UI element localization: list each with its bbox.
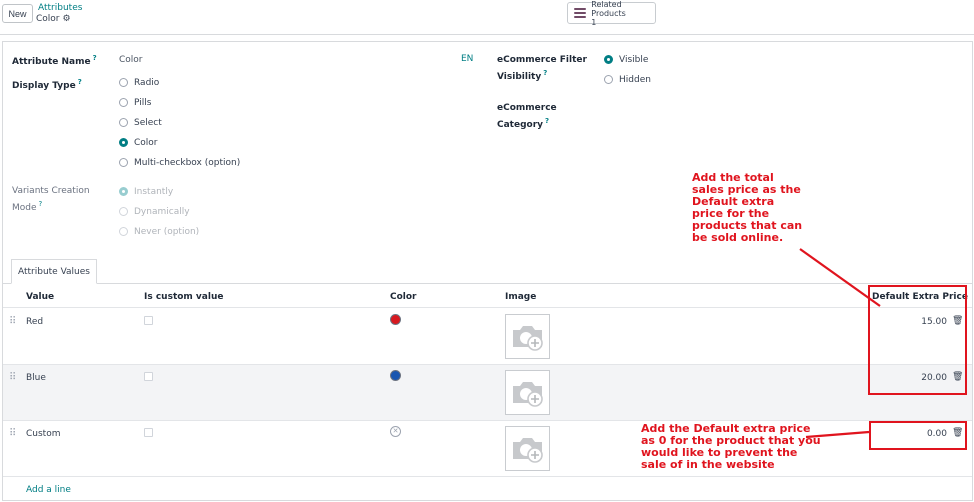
variants-creation-mode-label: Variants Creation Mode? bbox=[12, 186, 90, 213]
ecommerce-filter-visibility-label: eCommerce Filter Visibility? bbox=[497, 55, 587, 82]
radio-button bbox=[119, 227, 128, 236]
help-icon[interactable]: ? bbox=[93, 54, 97, 62]
drag-handle-icon[interactable]: ⠿ bbox=[9, 372, 16, 383]
attribute-name-label: Attribute Name? bbox=[12, 54, 97, 67]
divider bbox=[3, 476, 972, 477]
annotation-top: Add the total sales price as the Default… bbox=[692, 171, 803, 244]
attribute-name-field[interactable]: Color bbox=[119, 55, 143, 65]
display-type-label: Display Type? bbox=[12, 78, 82, 91]
new-button[interactable]: New bbox=[2, 4, 33, 23]
color-swatch[interactable] bbox=[390, 370, 401, 381]
language-button[interactable]: EN bbox=[461, 54, 473, 64]
help-icon[interactable]: ? bbox=[543, 69, 547, 77]
radio-button[interactable] bbox=[604, 75, 613, 84]
radio-option-select[interactable]: Select bbox=[119, 116, 240, 129]
image-placeholder[interactable] bbox=[505, 426, 550, 471]
color-swatch[interactable] bbox=[390, 314, 401, 325]
radio-button-checked[interactable] bbox=[604, 55, 613, 64]
divider bbox=[0, 34, 974, 35]
add-a-line-link[interactable]: Add a line bbox=[26, 485, 71, 495]
related-products-button[interactable]: Related Products 1 bbox=[567, 0, 656, 27]
radio-option-dynamically: Dynamically bbox=[119, 205, 199, 218]
gear-icon[interactable]: ⚙ bbox=[63, 14, 71, 24]
is-custom-checkbox[interactable] bbox=[144, 372, 153, 381]
help-icon[interactable]: ? bbox=[39, 200, 43, 208]
camera-plus-icon bbox=[512, 381, 543, 407]
row-value[interactable]: Blue bbox=[26, 373, 46, 383]
camera-plus-icon bbox=[512, 437, 543, 463]
radio-button-checked bbox=[119, 187, 128, 196]
highlight-box bbox=[868, 285, 967, 395]
radio-option-never: Never (option) bbox=[119, 225, 199, 238]
radio-option-visible[interactable]: Visible bbox=[604, 53, 651, 66]
help-icon[interactable]: ? bbox=[545, 117, 549, 125]
radio-option-pills[interactable]: Pills bbox=[119, 96, 240, 109]
is-custom-checkbox[interactable] bbox=[144, 316, 153, 325]
annotation-bottom: Add the Default extra price as 0 for the… bbox=[641, 422, 821, 471]
radio-button[interactable] bbox=[119, 118, 128, 127]
breadcrumb-current-label: Color bbox=[36, 14, 60, 24]
radio-button-checked[interactable] bbox=[119, 138, 128, 147]
drag-handle-icon[interactable]: ⠿ bbox=[9, 428, 16, 439]
ecommerce-category-label: eCommerce Category? bbox=[497, 103, 557, 130]
radio-option-multi-checkbox[interactable]: Multi-checkbox (option) bbox=[119, 156, 240, 169]
image-placeholder[interactable] bbox=[505, 314, 550, 359]
radio-button[interactable] bbox=[119, 98, 128, 107]
variants-radio-group: Instantly Dynamically Never (option) bbox=[119, 185, 199, 238]
no-color-icon[interactable]: ✕ bbox=[390, 426, 401, 437]
radio-button[interactable] bbox=[119, 158, 128, 167]
camera-plus-icon bbox=[512, 325, 543, 351]
breadcrumb-parent-link[interactable]: Attributes bbox=[38, 3, 82, 13]
radio-button[interactable] bbox=[119, 78, 128, 87]
list-icon bbox=[574, 8, 587, 18]
visibility-radio-group: Visible Hidden bbox=[604, 53, 651, 86]
display-type-radio-group: Radio Pills Select Color Multi-checkbox … bbox=[119, 76, 240, 169]
radio-option-instantly: Instantly bbox=[119, 185, 199, 198]
control-panel bbox=[0, 0, 974, 32]
radio-option-color[interactable]: Color bbox=[119, 136, 240, 149]
drag-handle-icon[interactable]: ⠿ bbox=[9, 316, 16, 327]
radio-option-hidden[interactable]: Hidden bbox=[604, 73, 651, 86]
row-value[interactable]: Custom bbox=[26, 429, 60, 439]
radio-button bbox=[119, 207, 128, 216]
column-header-color[interactable]: Color bbox=[390, 292, 417, 302]
radio-option-radio[interactable]: Radio bbox=[119, 76, 240, 89]
column-header-is-custom[interactable]: Is custom value bbox=[144, 292, 223, 302]
help-icon[interactable]: ? bbox=[78, 78, 82, 86]
related-products-label: Related Products bbox=[591, 0, 626, 18]
column-header-image[interactable]: Image bbox=[505, 292, 536, 302]
tab-divider bbox=[3, 283, 972, 284]
row-value[interactable]: Red bbox=[26, 317, 43, 327]
is-custom-checkbox[interactable] bbox=[144, 428, 153, 437]
highlight-box bbox=[869, 421, 967, 450]
breadcrumb-current: Color ⚙ bbox=[36, 14, 71, 24]
tab-attribute-values[interactable]: Attribute Values bbox=[11, 259, 97, 284]
related-products-count: 1 bbox=[591, 17, 597, 27]
column-header-value[interactable]: Value bbox=[26, 292, 54, 302]
image-placeholder[interactable] bbox=[505, 370, 550, 415]
